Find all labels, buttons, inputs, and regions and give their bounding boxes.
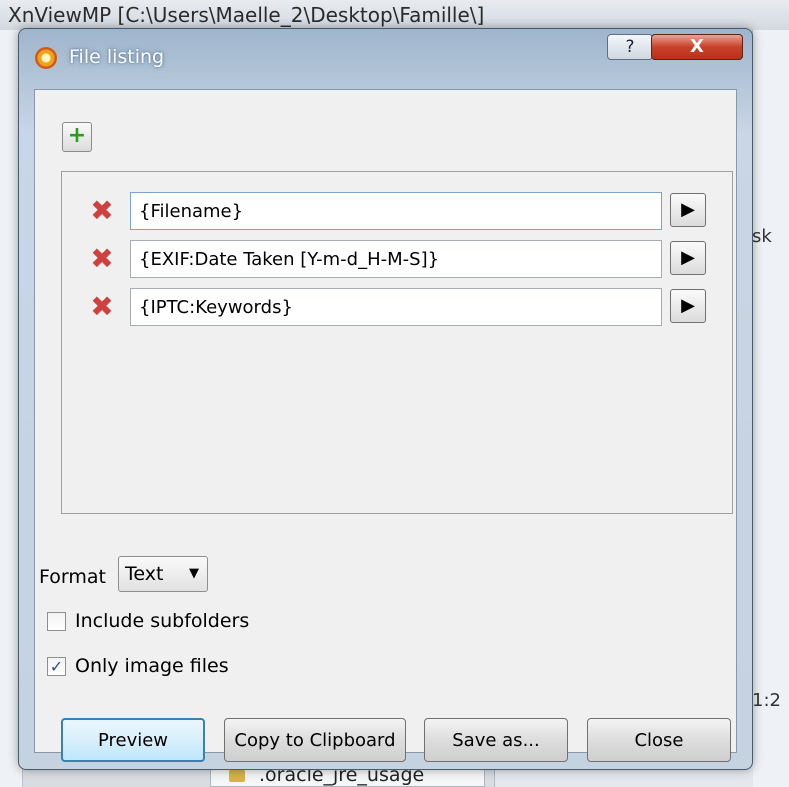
insert-tag-button[interactable]: ▶ bbox=[670, 193, 706, 227]
field-list-panel: ✖ ▶ ✖ ▶ ✖ ▶ bbox=[61, 171, 733, 514]
background-edge-text: sk bbox=[752, 226, 772, 247]
caret-down-icon: ▼ bbox=[189, 566, 199, 581]
field-row: ✖ ▶ bbox=[62, 240, 732, 280]
save-as-button[interactable]: Save as... bbox=[424, 718, 568, 762]
format-label: Format bbox=[39, 566, 106, 588]
window-close-button[interactable]: X bbox=[651, 34, 743, 60]
include-subfolders-checkbox[interactable] bbox=[47, 612, 66, 631]
file-listing-dialog: File listing ? X + ✖ ▶ ✖ ▶ ✖ ▶ Forma bbox=[18, 28, 753, 770]
folder-icon bbox=[229, 769, 245, 782]
field-input[interactable] bbox=[130, 192, 662, 230]
red-x-icon[interactable]: ✖ bbox=[89, 245, 115, 273]
only-image-files-label: Only image files bbox=[75, 655, 229, 677]
copy-to-clipboard-button[interactable]: Copy to Clipboard bbox=[224, 718, 406, 762]
red-x-icon[interactable]: ✖ bbox=[89, 293, 115, 321]
insert-tag-button[interactable]: ▶ bbox=[670, 241, 706, 275]
play-arrow-icon: ▶ bbox=[681, 295, 695, 316]
play-arrow-icon: ▶ bbox=[681, 247, 695, 268]
dialog-title-bar[interactable]: File listing ? X bbox=[19, 29, 752, 85]
background-edge-text: 1:2 bbox=[752, 690, 781, 711]
play-arrow-icon: ▶ bbox=[681, 199, 695, 220]
help-button[interactable]: ? bbox=[607, 34, 653, 60]
include-subfolders-label: Include subfolders bbox=[75, 610, 250, 632]
dialog-client-area: + ✖ ▶ ✖ ▶ ✖ ▶ Format Text ▼ bbox=[34, 89, 737, 762]
preview-button[interactable]: Preview bbox=[61, 718, 205, 762]
xnview-flower-icon bbox=[35, 47, 57, 69]
plus-icon: + bbox=[67, 123, 87, 148]
insert-tag-button[interactable]: ▶ bbox=[670, 289, 706, 323]
field-input[interactable] bbox=[130, 288, 662, 326]
field-row: ✖ ▶ bbox=[62, 192, 732, 232]
add-field-button[interactable]: + bbox=[62, 122, 92, 152]
format-dropdown[interactable]: Text ▼ bbox=[118, 556, 208, 592]
field-input[interactable] bbox=[130, 240, 662, 278]
field-row: ✖ ▶ bbox=[62, 288, 732, 328]
dialog-title: File listing bbox=[69, 46, 165, 68]
format-value: Text bbox=[125, 563, 164, 585]
red-x-icon[interactable]: ✖ bbox=[89, 197, 115, 225]
only-image-files-checkbox[interactable]: ✓ bbox=[47, 657, 66, 676]
close-button[interactable]: Close bbox=[587, 718, 731, 762]
background-right-pane bbox=[752, 30, 789, 787]
background-window-title: XnViewMP [C:\Users\Maelle_2\Desktop\Fami… bbox=[0, 0, 789, 30]
